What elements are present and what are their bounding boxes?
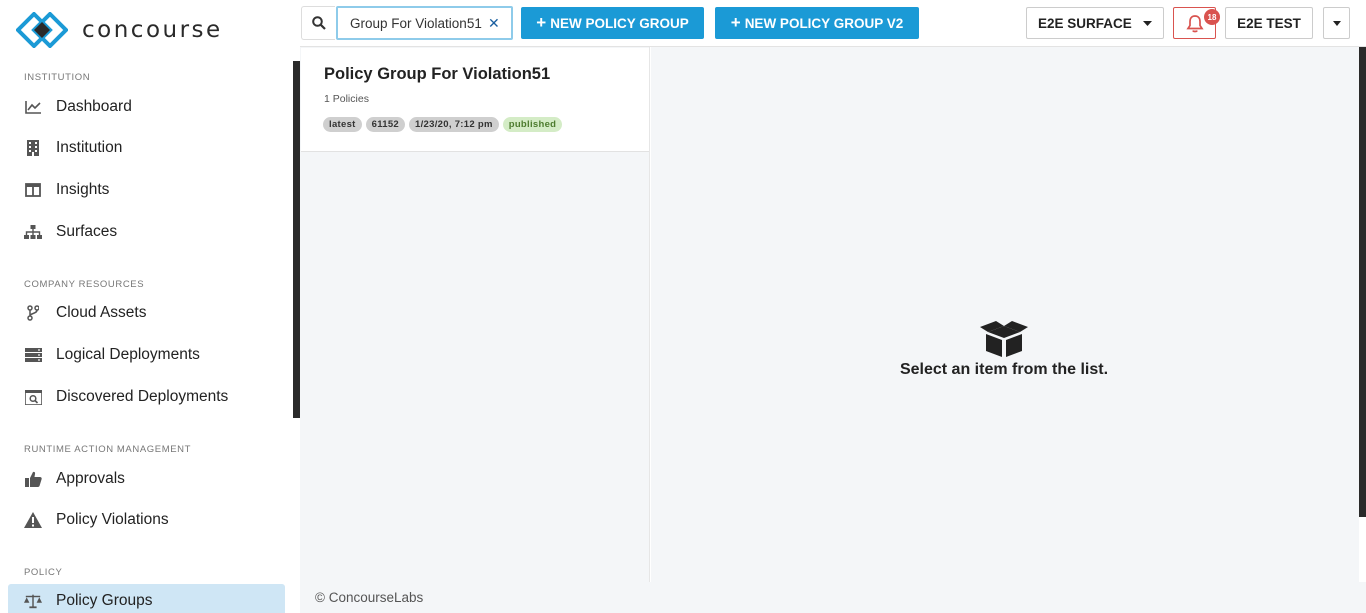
search-icon: [311, 16, 326, 30]
plus-icon: +: [536, 13, 547, 32]
sidebar-item-label: Cloud Assets: [56, 304, 147, 321]
tag-date: 1/23/20, 7:12 pm: [409, 117, 499, 132]
new-policy-group-v2-button[interactable]: + NEW POLICY GROUP V2: [715, 7, 919, 39]
sidebar-item-label: Policy Violations: [56, 511, 169, 528]
warning-icon: [24, 511, 42, 529]
sidebar-item-label: Insights: [56, 181, 110, 198]
building-icon: [24, 139, 42, 157]
sitemap-icon: [24, 223, 42, 241]
open-box-icon: [978, 320, 1030, 363]
new-policy-group-label: NEW POLICY GROUP: [550, 15, 689, 31]
tag-status: published: [502, 117, 563, 132]
sidebar-item-label: Policy Groups: [56, 592, 153, 609]
sidebar-item-dashboard[interactable]: Dashboard: [8, 90, 285, 124]
plus-icon: +: [730, 13, 741, 32]
sidebar-item-label: Institution: [56, 139, 123, 156]
sidebar-item-cloud-assets[interactable]: Cloud Assets: [8, 296, 285, 330]
empty-state-message: Select an item from the list.: [899, 361, 1109, 378]
sidebar-item-policy-violations[interactable]: Policy Violations: [8, 503, 285, 537]
brand-name: concourse: [82, 17, 223, 43]
sidebar-item-institution[interactable]: Institution: [8, 131, 285, 165]
caret-down-icon: [1143, 21, 1152, 26]
sidebar: concourse INSTITUTION Dashboard Institut…: [0, 0, 293, 613]
new-policy-group-button[interactable]: + NEW POLICY GROUP: [521, 7, 704, 39]
sidebar-item-policy-groups[interactable]: Policy Groups: [8, 584, 285, 613]
list-item-subtitle: 1 Policies: [324, 93, 369, 105]
tag-id: 61152: [365, 117, 406, 132]
sidebar-item-surfaces[interactable]: Surfaces: [8, 215, 285, 249]
logo[interactable]: concourse: [16, 12, 223, 48]
sidebar-item-label: Approvals: [56, 470, 125, 487]
search-list-icon: [24, 388, 42, 406]
chart-line-icon: [24, 98, 42, 116]
sidebar-item-insights[interactable]: Insights: [8, 173, 285, 207]
list-item-title: Policy Group For Violation51: [324, 65, 551, 83]
bell-icon: [1185, 14, 1204, 32]
sidebar-item-label: Dashboard: [56, 98, 132, 115]
user-label: E2E TEST: [1237, 15, 1301, 31]
thumbs-up-icon: [24, 470, 42, 488]
balance-scale-icon: [24, 592, 42, 610]
sidebar-item-label: Discovered Deployments: [56, 388, 229, 405]
sidebar-item-label: Surfaces: [56, 223, 118, 240]
surface-select[interactable]: E2E SURFACE: [1026, 7, 1164, 39]
concourse-logo-icon: [16, 12, 68, 48]
search-field[interactable]: ✕: [336, 6, 513, 40]
branch-icon: [24, 304, 42, 322]
sidebar-item-approvals[interactable]: Approvals: [8, 462, 285, 496]
search-input[interactable]: [350, 15, 486, 31]
search-button[interactable]: [301, 6, 335, 40]
footer: [300, 582, 1366, 613]
tag-group: latest 61152 1/23/20, 7:12 pm published: [323, 117, 563, 132]
user-button[interactable]: E2E TEST: [1225, 7, 1313, 39]
list-item[interactable]: Policy Group For Violation51 1 Policies …: [301, 48, 649, 152]
detail-scrollbar[interactable]: [1359, 47, 1366, 517]
tag-latest: latest: [323, 117, 362, 132]
section-label-runtime-action-management: RUNTIME ACTION MANAGEMENT: [24, 444, 192, 455]
footer-copyright: © ConcourseLabs: [315, 590, 424, 605]
sidebar-item-discovered-deployments[interactable]: Discovered Deployments: [8, 380, 285, 414]
columns-icon: [24, 181, 42, 199]
section-label-institution: INSTITUTION: [24, 72, 91, 83]
section-label-company-resources: COMPANY RESOURCES: [24, 279, 145, 290]
detail-panel: [651, 47, 1359, 582]
user-menu-toggle[interactable]: [1323, 7, 1350, 39]
notification-count-badge: 18: [1204, 9, 1220, 25]
section-label-policy: POLICY: [24, 567, 63, 578]
caret-down-icon: [1332, 20, 1341, 26]
clear-search-icon[interactable]: ✕: [488, 15, 500, 32]
surface-select-value: E2E SURFACE: [1038, 15, 1132, 31]
new-policy-group-v2-label: NEW POLICY GROUP V2: [744, 15, 904, 31]
